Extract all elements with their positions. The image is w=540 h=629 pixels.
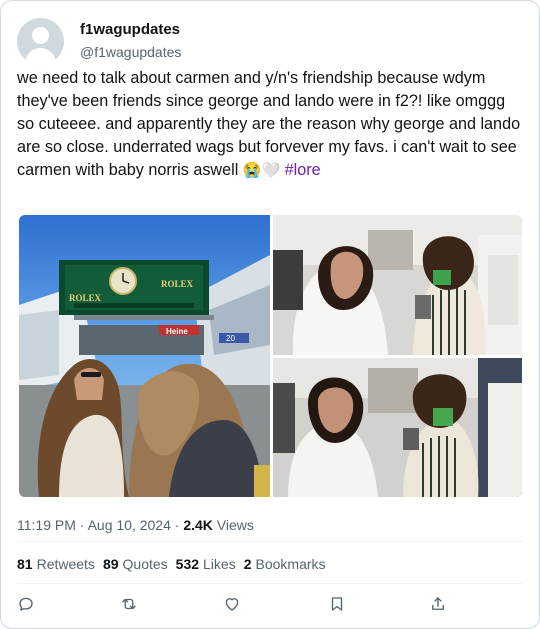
- photo-paddock-selfie: ROLEX ROLEX Heine 20: [19, 215, 270, 497]
- media-photo-3[interactable]: [273, 357, 522, 497]
- media-photo-2[interactable]: [273, 215, 522, 355]
- bookmarks-count: 2: [243, 556, 252, 572]
- avatar-body-shape: [25, 47, 56, 65]
- tweet-emojis: 😭🤍: [242, 162, 281, 179]
- retweet-button[interactable]: [120, 595, 140, 615]
- share-button[interactable]: [429, 595, 449, 615]
- avatar[interactable]: [17, 17, 64, 65]
- reply-button[interactable]: [17, 595, 37, 615]
- like-icon: [225, 598, 239, 611]
- media-right-column: [273, 215, 522, 497]
- bookmark-icon: [331, 597, 343, 611]
- views-label: Views: [216, 517, 254, 533]
- photo-crowd-bottom: [273, 357, 522, 497]
- tweet-header: f1wagupdates @f1wagupdates: [17, 17, 181, 65]
- retweets-stat[interactable]: 81 Retweets: [17, 554, 95, 574]
- retweet-icon: [122, 598, 136, 610]
- likes-count: 532: [175, 556, 200, 572]
- retweets-label: Retweets: [36, 556, 95, 572]
- divider-bottom: [17, 583, 522, 584]
- action-bar: [17, 595, 447, 617]
- quotes-label: Quotes: [122, 556, 168, 572]
- tweet-date[interactable]: Aug 10, 2024: [88, 517, 171, 533]
- bookmark-button[interactable]: [328, 595, 348, 615]
- views-count: 2.4K: [183, 517, 213, 533]
- photo-crowd-top: [273, 215, 522, 355]
- reply-icon: [19, 597, 33, 611]
- sign-brand-right: ROLEX: [161, 279, 194, 289]
- author-display-name[interactable]: f1wagupdates: [80, 20, 181, 40]
- meta-separator-2: ·: [174, 517, 180, 533]
- gate-number: 20: [226, 334, 235, 343]
- likes-stat[interactable]: 532 Likes: [176, 554, 236, 574]
- divider-top: [17, 541, 522, 542]
- tweet-card: f1wagupdates @f1wagupdates we need to ta…: [0, 0, 540, 629]
- tweet-time[interactable]: 11:19 PM: [17, 517, 76, 533]
- quotes-count: 89: [102, 556, 119, 572]
- tweet-text: we need to talk about carmen and y/n's f…: [17, 67, 522, 182]
- sign-brand-left: ROLEX: [69, 293, 102, 303]
- tweet-meta: 11:19 PM · Aug 10, 2024 · 2.4K Views: [17, 515, 254, 535]
- bookmarks-label: Bookmarks: [255, 556, 326, 572]
- banner-text: Heine: [166, 327, 188, 336]
- like-button[interactable]: [223, 595, 243, 615]
- media-grid: ROLEX ROLEX Heine 20: [19, 215, 522, 497]
- meta-separator: ·: [79, 517, 85, 533]
- likes-label: Likes: [203, 556, 236, 572]
- avatar-head-shape: [32, 26, 49, 44]
- quotes-stat[interactable]: 89 Quotes: [103, 554, 168, 574]
- author-names: f1wagupdates @f1wagupdates: [80, 20, 181, 62]
- hashtag-link[interactable]: #lore: [285, 161, 321, 179]
- bookmarks-stat[interactable]: 2 Bookmarks: [244, 554, 326, 574]
- media-photo-1[interactable]: ROLEX ROLEX Heine 20: [19, 215, 270, 497]
- retweets-count: 81: [17, 556, 33, 572]
- engagement-stats: 81 Retweets 89 Quotes 532 Likes 2 Bookmarks: [17, 554, 326, 574]
- author-handle[interactable]: @f1wagupdates: [80, 42, 181, 62]
- share-icon: [432, 597, 444, 610]
